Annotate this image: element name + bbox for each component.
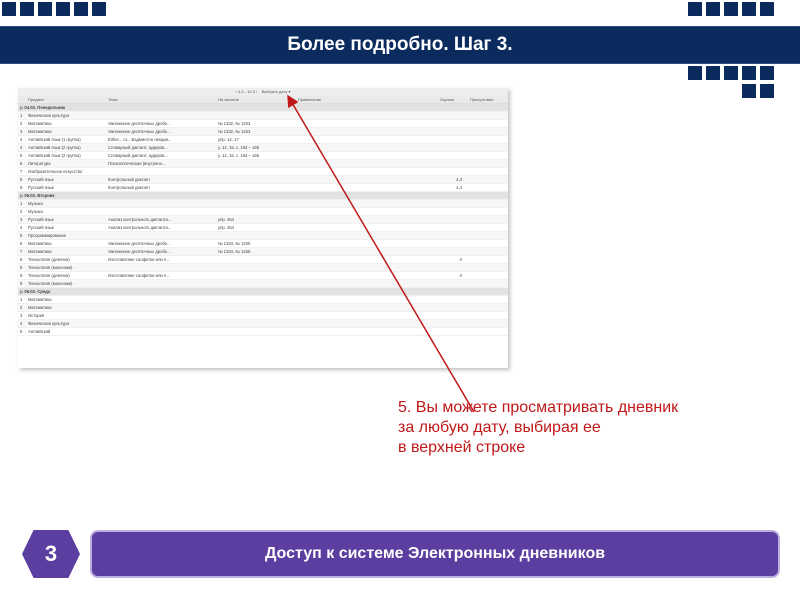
lesson-row: 5Английский xyxy=(18,328,508,336)
lesson-row: 7МатематикаУмножение десятичных дробе...… xyxy=(18,248,508,256)
deco-square xyxy=(760,2,774,16)
day-header-row: ▷ 05.03. Вторник xyxy=(18,192,508,200)
deco-square xyxy=(92,2,106,16)
lesson-row: 5Английский язык (2 группа)Словарный дик… xyxy=(18,152,508,160)
day-header-row: ▷ 04.03. Понедельник xyxy=(18,104,508,112)
annotation-line: за любую дату, выбирая ее xyxy=(398,419,601,436)
lesson-row: 8Технология (девочки)Изготовление салфет… xyxy=(18,256,508,264)
slide: Более подробно. Шаг 3. ‹ 4.3 - 10.3 › Вы… xyxy=(0,0,800,600)
deco-square xyxy=(724,2,738,16)
lesson-row: 2МатематикаУмножение десятичных дробе...… xyxy=(18,120,508,128)
lesson-row: 1Математика xyxy=(18,296,508,304)
lesson-row: 6МатематикаУмножение десятичных дробе...… xyxy=(18,240,508,248)
lesson-row: 4Физическая культура xyxy=(18,320,508,328)
deco-square xyxy=(760,84,774,98)
header-row: Предмет Тема На занятие Примечание Оценк… xyxy=(18,96,508,104)
lesson-row: 3История xyxy=(18,312,508,320)
lesson-row: 3МатематикаУмножение десятичных дробе...… xyxy=(18,128,508,136)
lesson-row: 9Технология (девочки)Изготовление салфет… xyxy=(18,272,508,280)
deco-square xyxy=(688,66,702,80)
deco-square xyxy=(2,2,16,16)
step-badge: 3 xyxy=(22,530,80,578)
deco-square xyxy=(688,2,702,16)
lesson-row: 8Русский языкКонтрольный диктант4,3 xyxy=(18,176,508,184)
col-mark: Оценка xyxy=(438,96,468,104)
lesson-row: 4Английский язык (1 группа)Either... or.… xyxy=(18,136,508,144)
deco-square xyxy=(74,2,88,16)
lesson-row: 4Английский язык (2 группа)Словарный дик… xyxy=(18,144,508,152)
lesson-row: 9Русский языкКонтрольный диктант4,4 xyxy=(18,184,508,192)
lesson-row: 4Русский языкАнализ контрольного диктант… xyxy=(18,224,508,232)
deco-square xyxy=(760,66,774,80)
deco-square xyxy=(724,66,738,80)
annotation-line: в верхней строке xyxy=(398,439,525,456)
lesson-row: 6ЛитератураПсихологическая (внутренн... xyxy=(18,160,508,168)
annotation-text: 5. Вы можете просматривать дневник за лю… xyxy=(398,398,768,458)
annotation-line: 5. Вы можете просматривать дневник xyxy=(398,399,678,416)
deco-square xyxy=(38,2,52,16)
deco-square xyxy=(20,2,34,16)
lesson-row: 3Русский языкАнализ контрольного диктант… xyxy=(18,216,508,224)
col-home: На занятие xyxy=(216,96,296,104)
deco-square xyxy=(706,2,720,16)
deco-square xyxy=(742,66,756,80)
deco-square xyxy=(56,2,70,16)
deco-square xyxy=(742,84,756,98)
col-subject: Предмет xyxy=(26,96,106,104)
col-topic: Тема xyxy=(106,96,216,104)
lesson-row: 9Технология (мальчики) xyxy=(18,280,508,288)
day-header-row: ▷ 06.03. Среда xyxy=(18,288,508,296)
diary-screenshot: ‹ 4.3 - 10.3 › Выбрать дату ▾ Предмет Те… xyxy=(18,88,508,368)
lesson-row: 2Музыка xyxy=(18,208,508,216)
deco-square xyxy=(742,2,756,16)
col-extra: Примечание xyxy=(296,96,438,104)
footer-bar: Доступ к системе Электронных дневников xyxy=(90,530,780,578)
date-picker[interactable]: Выбрать дату ▾ xyxy=(262,89,291,94)
lesson-row: 1Музыка xyxy=(18,200,508,208)
lesson-row: 8Технология (мальчики) xyxy=(18,264,508,272)
lesson-row: 5Программирование xyxy=(18,232,508,240)
lesson-row: 1Физическая культура xyxy=(18,112,508,120)
lesson-row: 2Математика xyxy=(18,304,508,312)
date-range[interactable]: ‹ 4.3 - 10.3 › xyxy=(236,89,258,94)
lesson-row: 7Изобразительное искусство xyxy=(18,168,508,176)
diary-table: Предмет Тема На занятие Примечание Оценк… xyxy=(18,96,508,336)
deco-square xyxy=(706,66,720,80)
date-selector-bar: ‹ 4.3 - 10.3 › Выбрать дату ▾ xyxy=(18,88,508,96)
col-att: Присутствие xyxy=(468,96,508,104)
slide-title: Более подробно. Шаг 3. xyxy=(0,26,800,64)
